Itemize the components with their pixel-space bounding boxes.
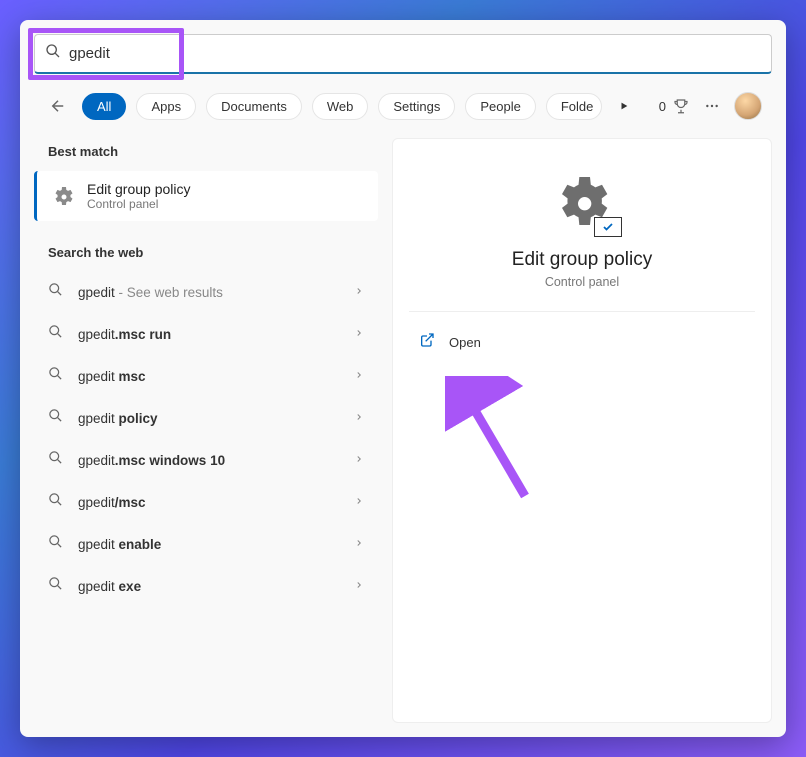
search-icon <box>45 43 61 64</box>
more-menu-button[interactable] <box>700 94 724 118</box>
divider <box>409 311 755 312</box>
web-result-item[interactable]: gpedit - See web results <box>34 272 378 312</box>
web-result-text: gpedit msc <box>78 369 340 384</box>
search-icon <box>48 534 64 554</box>
web-header: Search the web <box>34 239 378 272</box>
results-panel: Best match Edit group policy Control pan… <box>34 138 378 723</box>
web-result-item[interactable]: gpedit msc <box>34 356 378 396</box>
web-result-text: gpedit/msc <box>78 495 340 510</box>
detail-hero-icon <box>550 169 614 233</box>
best-match-title: Edit group policy <box>87 181 191 197</box>
user-avatar[interactable] <box>734 92 762 120</box>
web-result-item[interactable]: gpedit.msc run <box>34 314 378 354</box>
search-bar[interactable] <box>34 34 772 74</box>
action-open-label: Open <box>449 335 481 350</box>
chevron-right-icon <box>354 579 364 593</box>
best-match-subtitle: Control panel <box>87 197 191 211</box>
web-results-list: gpedit - See web results gpedit.msc run gp… <box>34 272 378 606</box>
chevron-right-icon <box>354 495 364 509</box>
open-external-icon <box>419 332 435 353</box>
check-badge-icon <box>594 217 622 237</box>
chevron-right-icon <box>354 537 364 551</box>
web-result-item[interactable]: gpedit.msc windows 10 <box>34 440 378 480</box>
detail-title: Edit group policy <box>512 249 652 271</box>
search-input[interactable] <box>69 45 761 62</box>
rewards-points[interactable]: 0 <box>659 97 690 115</box>
chevron-right-icon <box>354 453 364 467</box>
search-window: All Apps Documents Web Settings People F… <box>20 20 786 737</box>
search-icon <box>48 450 64 470</box>
trophy-icon <box>672 97 690 115</box>
filter-row: All Apps Documents Web Settings People F… <box>20 74 786 138</box>
detail-panel: Edit group policy Control panel Open <box>392 138 772 723</box>
filter-pill-folders[interactable]: Folde <box>546 93 603 120</box>
search-icon <box>48 282 64 302</box>
web-result-text: gpedit.msc run <box>78 327 340 342</box>
filter-pill-web[interactable]: Web <box>312 93 369 120</box>
search-icon <box>48 492 64 512</box>
gear-check-icon <box>51 184 75 208</box>
filter-overflow-icon[interactable] <box>612 94 636 118</box>
chevron-right-icon <box>354 285 364 299</box>
chevron-right-icon <box>354 369 364 383</box>
search-icon <box>48 366 64 386</box>
web-result-item[interactable]: gpedit policy <box>34 398 378 438</box>
search-icon <box>48 576 64 596</box>
web-result-text: gpedit enable <box>78 537 340 552</box>
web-result-text: gpedit policy <box>78 411 340 426</box>
back-button[interactable] <box>44 92 72 120</box>
web-result-item[interactable]: gpedit/msc <box>34 482 378 522</box>
web-result-text: gpedit.msc windows 10 <box>78 453 340 468</box>
detail-subtitle: Control panel <box>545 275 619 289</box>
chevron-right-icon <box>354 327 364 341</box>
web-result-item[interactable]: gpedit exe <box>34 566 378 606</box>
web-result-text: gpedit - See web results <box>78 285 340 300</box>
filter-pill-apps[interactable]: Apps <box>136 93 196 120</box>
search-icon <box>48 324 64 344</box>
web-result-text: gpedit exe <box>78 579 340 594</box>
search-icon <box>48 408 64 428</box>
best-match-item[interactable]: Edit group policy Control panel <box>34 171 378 221</box>
filter-pill-settings[interactable]: Settings <box>378 93 455 120</box>
chevron-right-icon <box>354 411 364 425</box>
rewards-points-value: 0 <box>659 99 666 114</box>
filter-pill-documents[interactable]: Documents <box>206 93 302 120</box>
filter-pill-all[interactable]: All <box>82 93 126 120</box>
action-open[interactable]: Open <box>409 322 755 363</box>
best-match-header: Best match <box>34 138 378 171</box>
filter-pill-people[interactable]: People <box>465 93 535 120</box>
web-result-item[interactable]: gpedit enable <box>34 524 378 564</box>
